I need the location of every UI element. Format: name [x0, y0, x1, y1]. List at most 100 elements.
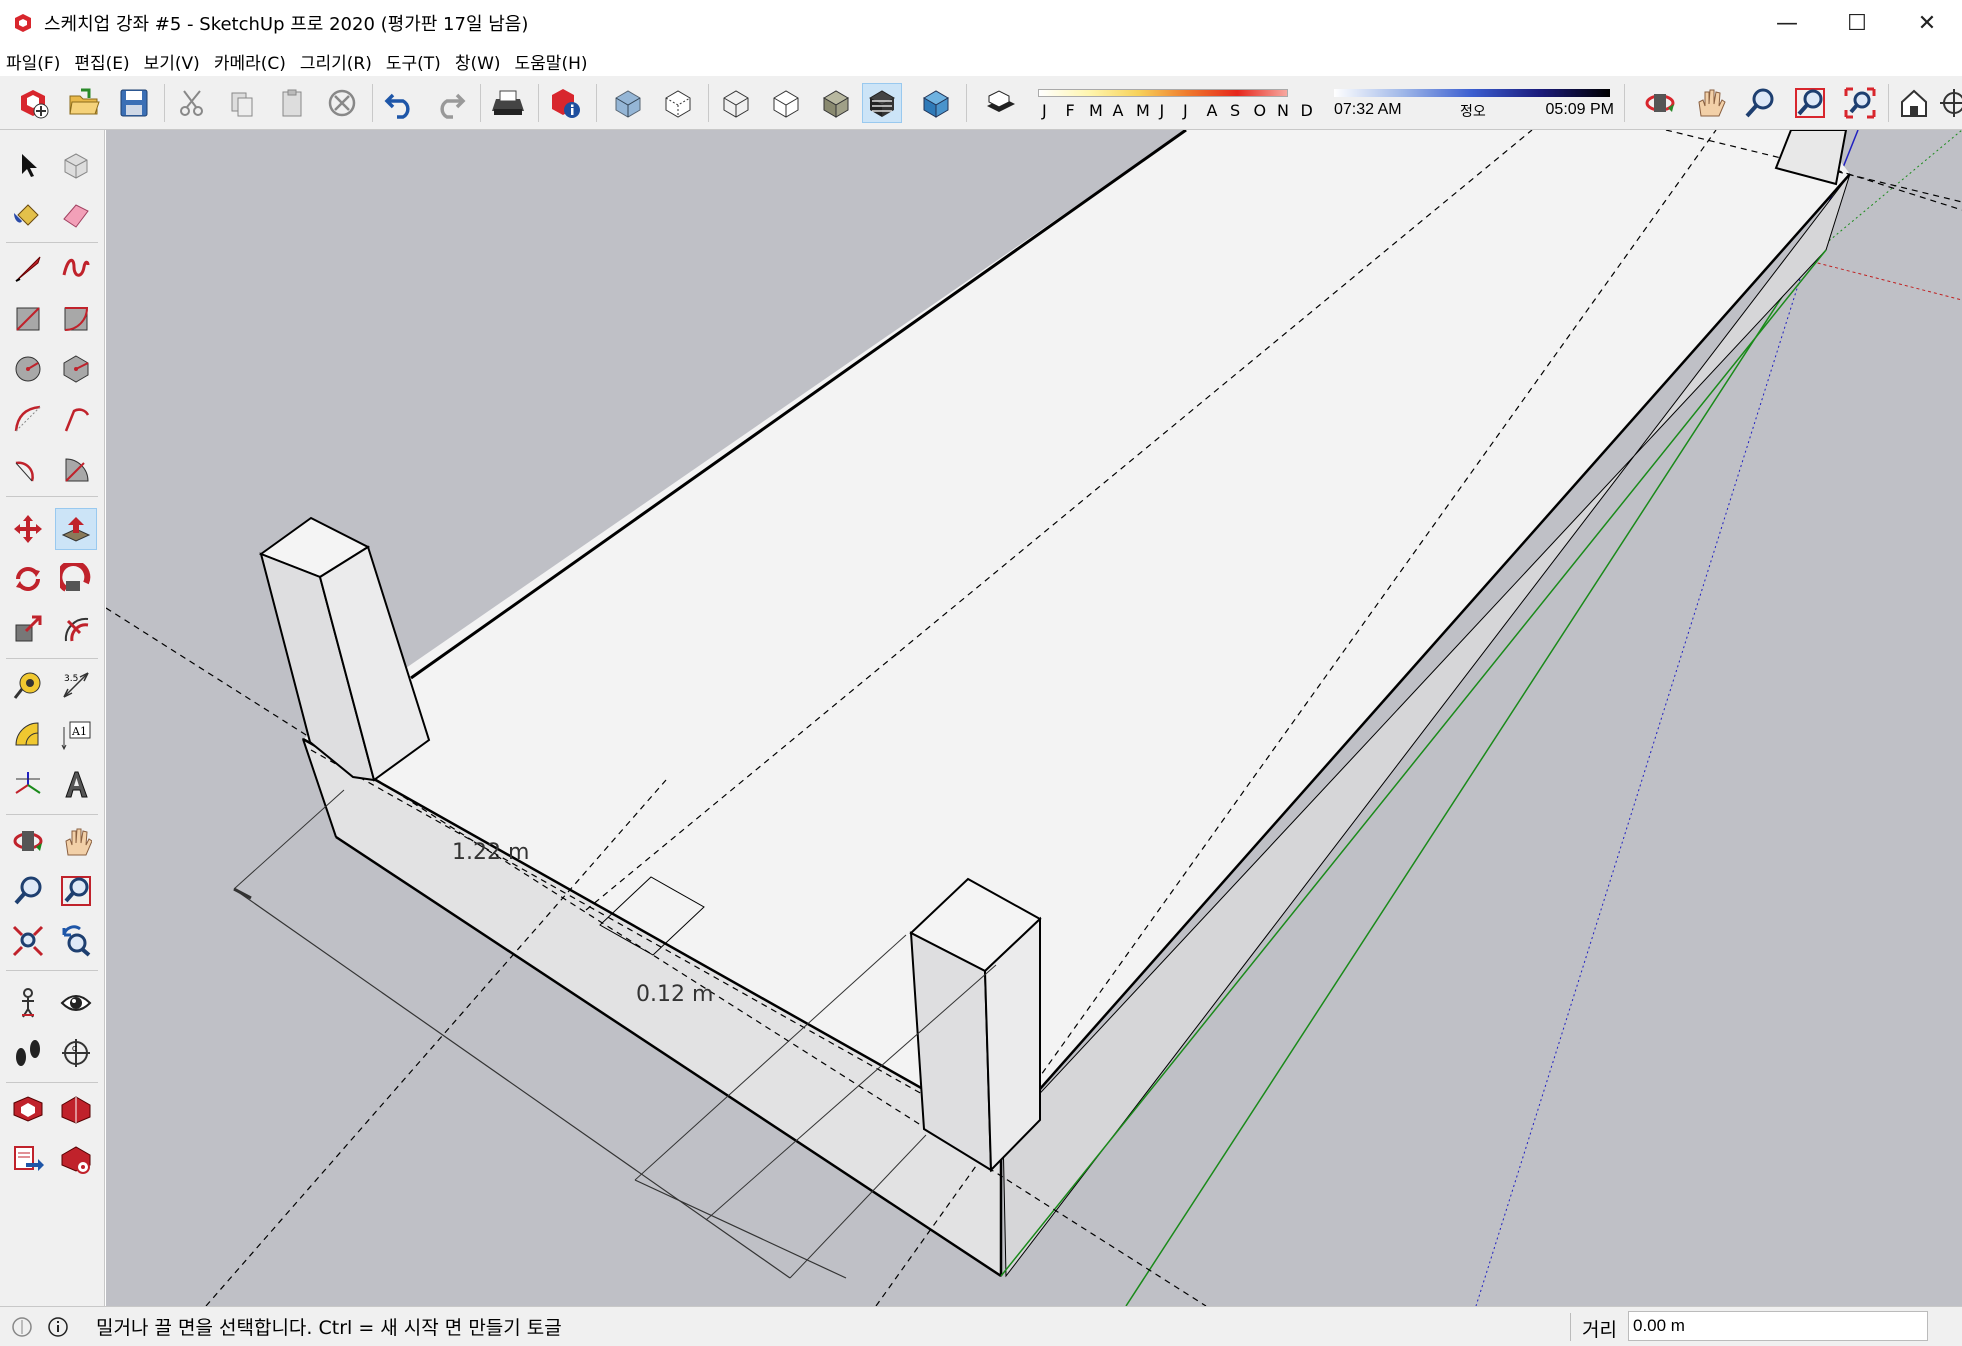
- tape-measure-icon[interactable]: [7, 664, 49, 706]
- info-icon[interactable]: [44, 1313, 72, 1341]
- follow-me-icon[interactable]: [55, 558, 97, 600]
- menu-edit[interactable]: 편집(E): [74, 49, 129, 74]
- axes-icon[interactable]: [7, 764, 49, 806]
- monochrome-icon[interactable]: [916, 83, 956, 123]
- wireframe-icon[interactable]: [716, 83, 756, 123]
- zoom-icon[interactable]: [1740, 83, 1780, 123]
- orbit-icon[interactable]: [1640, 83, 1680, 123]
- copy-icon[interactable]: [222, 83, 262, 123]
- geo-location-icon[interactable]: [8, 1313, 36, 1341]
- menu-bar: 파일(F) 편집(E) 보기(V) 카메라(C) 그리기(R) 도구(T) 창(…: [0, 46, 1962, 76]
- hidden-line-icon[interactable]: [766, 83, 806, 123]
- send-to-layout-icon[interactable]: [7, 1138, 49, 1180]
- erase-icon[interactable]: [322, 83, 362, 123]
- title-bar: 스케치업 강좌 #5 - SketchUp 프로 2020 (평가판 17일 남…: [0, 0, 1962, 46]
- line-icon[interactable]: [7, 248, 49, 290]
- model-viewport[interactable]: 1.22 m 0.12 m: [106, 130, 1962, 1306]
- xray-icon[interactable]: [608, 83, 648, 123]
- back-edges-icon[interactable]: [658, 83, 698, 123]
- menu-window[interactable]: 창(W): [455, 49, 501, 74]
- svg-text:A1: A1: [71, 725, 87, 738]
- model-info-icon[interactable]: [546, 83, 586, 123]
- text-icon[interactable]: A1: [55, 714, 97, 756]
- walk-icon[interactable]: [7, 1032, 49, 1074]
- 3d-warehouse-icon[interactable]: [7, 1088, 49, 1130]
- month-label: F: [1065, 101, 1075, 120]
- undo-icon[interactable]: [380, 83, 420, 123]
- pan-icon[interactable]: [1690, 83, 1730, 123]
- look-around-icon[interactable]: [55, 982, 97, 1024]
- two-point-arc-icon[interactable]: [55, 398, 97, 440]
- zoom-extents-tool-icon[interactable]: [7, 920, 49, 962]
- extension-warehouse-icon[interactable]: [55, 1088, 97, 1130]
- zoom-tool-icon[interactable]: [7, 870, 49, 912]
- menu-draw[interactable]: 그리기(R): [300, 49, 372, 74]
- rotate-icon[interactable]: [7, 558, 49, 600]
- new-icon[interactable]: [14, 83, 54, 123]
- print-icon[interactable]: [488, 83, 528, 123]
- svg-text:C: C: [72, 1045, 77, 1053]
- measurements-input[interactable]: 0.00 m: [1628, 1311, 1928, 1341]
- zoom-window-icon[interactable]: [1790, 83, 1830, 123]
- scale-icon[interactable]: [7, 608, 49, 650]
- shadow-time-slider[interactable]: 07:32 AM 정오 05:09 PM: [1334, 85, 1614, 125]
- red-axis: [1805, 259, 1962, 301]
- dimension-icon[interactable]: 3.5: [55, 664, 97, 706]
- zoom-window-tool-icon[interactable]: [55, 870, 97, 912]
- menu-file[interactable]: 파일(F): [6, 49, 60, 74]
- eraser-icon[interactable]: [55, 194, 97, 236]
- pie-icon[interactable]: [55, 448, 97, 490]
- offset-icon[interactable]: [55, 608, 97, 650]
- axes-partial-icon[interactable]: [1934, 83, 1962, 123]
- month-label: J: [1183, 101, 1188, 120]
- pan-tool-icon[interactable]: [55, 820, 97, 862]
- circle-icon[interactable]: [7, 348, 49, 390]
- menu-camera[interactable]: 카메라(C): [214, 49, 286, 74]
- polygon-icon[interactable]: [55, 348, 97, 390]
- cut-icon[interactable]: [172, 83, 212, 123]
- redo-icon[interactable]: [430, 83, 470, 123]
- menu-help[interactable]: 도움말(H): [515, 49, 588, 74]
- close-button[interactable]: ✕: [1892, 0, 1962, 46]
- month-label: A: [1112, 101, 1124, 120]
- push-pull-icon[interactable]: [55, 508, 97, 550]
- select-icon[interactable]: [7, 144, 49, 186]
- make-component-icon[interactable]: [55, 144, 97, 186]
- save-icon[interactable]: [114, 83, 154, 123]
- shaded-icon[interactable]: [816, 83, 856, 123]
- menu-view[interactable]: 보기(V): [144, 49, 200, 74]
- shadows-toggle-icon[interactable]: [980, 83, 1020, 123]
- month-label: N: [1277, 101, 1289, 120]
- open-icon[interactable]: [64, 83, 104, 123]
- extension-manager-icon[interactable]: [55, 1138, 97, 1180]
- dimension-label-length: 1.22 m: [452, 840, 530, 865]
- warehouse-icon[interactable]: [1894, 83, 1934, 123]
- move-icon[interactable]: [7, 508, 49, 550]
- 3d-text-icon[interactable]: [55, 764, 97, 806]
- arc-icon[interactable]: [7, 398, 49, 440]
- freehand-icon[interactable]: [55, 248, 97, 290]
- month-label: J: [1159, 101, 1165, 120]
- rectangle-icon[interactable]: [7, 298, 49, 340]
- maximize-button[interactable]: ☐: [1822, 0, 1892, 46]
- model-canvas[interactable]: [106, 130, 1962, 1306]
- top-toolbar: J F M A M J J A S O N D 07:32 AM 정오 05:0…: [0, 76, 1962, 130]
- protractor-icon[interactable]: [7, 714, 49, 756]
- window-title: 스케치업 강좌 #5 - SketchUp 프로 2020 (평가판 17일 남…: [44, 14, 529, 35]
- sketchup-logo-icon: [15, 14, 31, 32]
- menu-tools[interactable]: 도구(T): [386, 49, 441, 74]
- measurements-label: 거리: [1582, 1319, 1617, 1341]
- rotated-rectangle-icon[interactable]: [55, 298, 97, 340]
- zoom-extents-icon[interactable]: [1840, 83, 1880, 123]
- section-plane-icon[interactable]: C: [55, 1032, 97, 1074]
- paint-bucket-icon[interactable]: [7, 194, 49, 236]
- previous-view-icon[interactable]: [55, 920, 97, 962]
- shadow-month-slider[interactable]: J F M A M J J A S O N D: [1034, 85, 1314, 125]
- shaded-textures-icon[interactable]: [862, 83, 902, 123]
- minimize-button[interactable]: —: [1752, 0, 1822, 46]
- orbit-tool-icon[interactable]: [7, 820, 49, 862]
- position-camera-icon[interactable]: [7, 982, 49, 1024]
- dimension-label-thickness: 0.12 m: [636, 982, 714, 1007]
- paste-icon[interactable]: [272, 83, 312, 123]
- three-point-arc-icon[interactable]: [7, 448, 49, 490]
